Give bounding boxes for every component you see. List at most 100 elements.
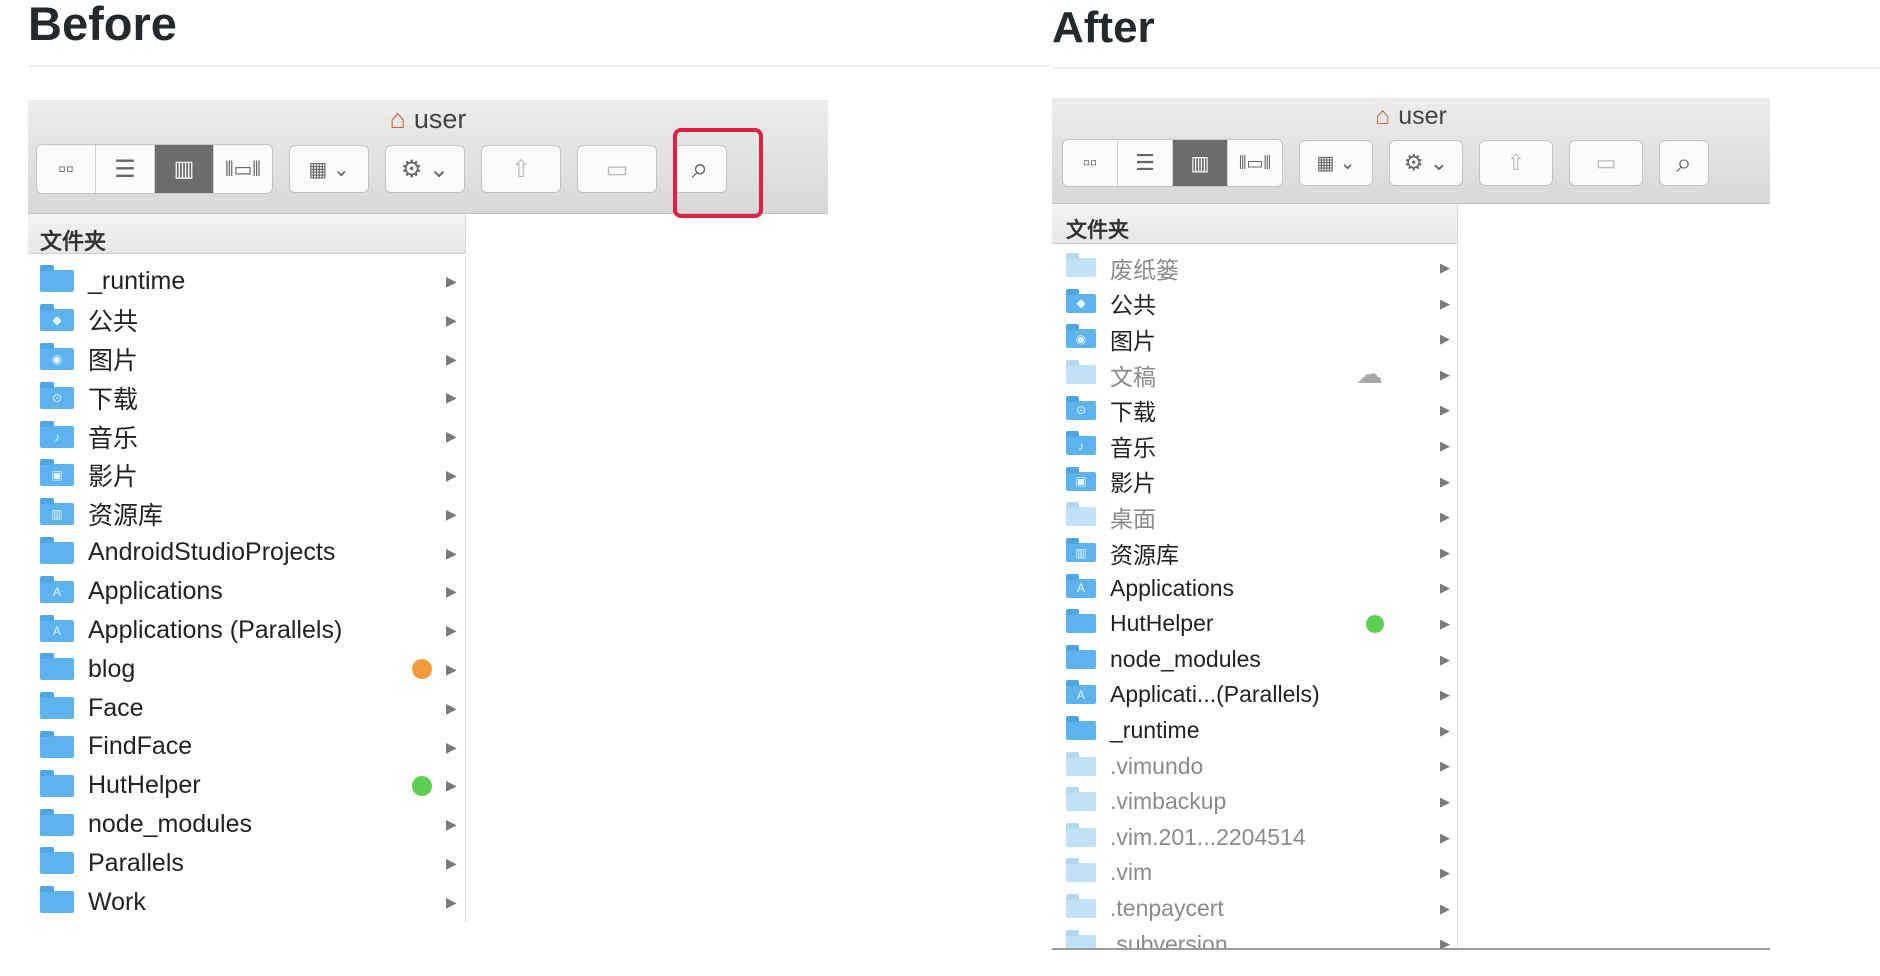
tag-icon: ▭: [605, 155, 629, 183]
folder-row[interactable]: ◉ 图片 ▶: [28, 340, 465, 379]
group-button[interactable]: ▦ ⌄: [1299, 140, 1373, 186]
folder-row[interactable]: Parallels ▶: [28, 844, 465, 883]
folder-icon-glyph: [40, 697, 74, 719]
share-button[interactable]: ⇧: [481, 145, 561, 193]
library-folder-icon: ▥: [1066, 538, 1096, 563]
disclosure-arrow-icon: ▶: [1440, 473, 1450, 489]
folder-row[interactable]: A Applicati...(Parallels) ▶: [1052, 677, 1457, 713]
tag-button[interactable]: ▭: [577, 145, 657, 193]
applications-folder-icon-glyph: A: [52, 623, 61, 638]
color-tag-dot: [1366, 614, 1384, 633]
folder-row[interactable]: node_modules ▶: [1052, 642, 1457, 678]
trash-folder-icon: [1066, 253, 1096, 278]
after-heading: After: [1052, 3, 1155, 52]
folder-name: 资源库: [1110, 541, 1179, 568]
folder-row[interactable]: .tenpaycert ▶: [1052, 891, 1457, 927]
applications-folder-icon: A: [1066, 680, 1096, 705]
search-button[interactable]: ⌕: [1659, 140, 1709, 186]
folder-icon-glyph: [40, 542, 74, 564]
finder-window-before: ⌂ user ▫▫ ☰ ▥ ⫴▭⫴ ▦ ⌄ ⚙ ⌄ ⇧ ▭ ⌕ 文件夹 _runt…: [28, 100, 828, 922]
folder-row[interactable]: 桌面 ▶: [1052, 499, 1457, 535]
folder-row[interactable]: Face ▶: [28, 689, 465, 728]
folder-row[interactable]: Work ▶: [28, 883, 465, 922]
coverflow-icon[interactable]: ⫴▭⫴: [1228, 140, 1282, 186]
downloads-folder-icon-glyph: ⊙: [1075, 403, 1087, 418]
folder-icon: [40, 265, 74, 293]
downloads-folder-icon: ⊙: [1066, 395, 1096, 420]
music-folder-icon-glyph: ♪: [54, 429, 60, 444]
music-folder-icon-glyph: ♪: [1078, 438, 1084, 453]
disclosure-arrow-icon: ▶: [1440, 865, 1450, 881]
movies-folder-icon-glyph: ▣: [51, 468, 63, 483]
list-icon[interactable]: ☰: [96, 145, 155, 193]
music-folder-icon: ♪: [1066, 431, 1096, 456]
folder-row[interactable]: .vimbackup ▶: [1052, 784, 1457, 820]
folder-row[interactable]: A Applications ▶: [28, 572, 465, 611]
folder-icon: [40, 653, 74, 681]
folder-row[interactable]: ◉ 图片 ▶: [1052, 321, 1457, 357]
folder-row[interactable]: ⊙ 下载 ▶: [28, 378, 465, 417]
columns-icon[interactable]: ▥: [1173, 140, 1228, 186]
disclosure-arrow-icon: ▶: [1440, 260, 1450, 275]
folder-name: .tenpaycert: [1110, 895, 1224, 922]
disclosure-arrow-icon: ▶: [446, 273, 457, 289]
folder-row[interactable]: 文稿 ☁ ▶: [1052, 357, 1457, 393]
grid-icon[interactable]: ▫▫: [1063, 140, 1118, 186]
folder-row[interactable]: _runtime ▶: [28, 262, 465, 301]
window-title: ⌂ user: [1052, 102, 1770, 131]
disclosure-arrow-icon: ▶: [1440, 687, 1450, 703]
folder-row[interactable]: blog ▶: [28, 650, 465, 689]
folder-row[interactable]: .vim.201...2204514 ▶: [1052, 820, 1457, 856]
folder-icon: [1066, 858, 1096, 883]
folder-name: node_modules: [88, 810, 253, 839]
icloud-download-icon[interactable]: ☁: [1356, 357, 1383, 393]
folder-row[interactable]: ◆ 公共 ▶: [28, 301, 465, 340]
folder-row[interactable]: A Applications ▶: [1052, 570, 1457, 606]
applications-folder-icon: A: [40, 614, 74, 642]
tag-button[interactable]: ▭: [1569, 140, 1643, 186]
folder-row[interactable]: HutHelper ▶: [28, 766, 465, 805]
action-button[interactable]: ⚙ ⌄: [385, 145, 465, 193]
share-button[interactable]: ⇧: [1479, 140, 1553, 186]
folder-icon-glyph: [1066, 650, 1096, 669]
music-folder-icon: ♪: [40, 420, 74, 448]
folder-row[interactable]: A Applications (Parallels) ▶: [28, 611, 465, 650]
pictures-folder-icon-glyph: ◉: [1075, 331, 1087, 346]
folder-row[interactable]: ▣ 影片 ▶: [28, 456, 465, 495]
folder-row[interactable]: ◆ 公共 ▶: [1052, 286, 1457, 322]
folder-row[interactable]: _runtime ▶: [1052, 713, 1457, 749]
columns-icon[interactable]: ▥: [155, 145, 214, 193]
folder-icon-glyph: [40, 852, 74, 874]
disclosure-arrow-icon: ▶: [1440, 331, 1450, 347]
coverflow-icon[interactable]: ⫴▭⫴: [214, 145, 272, 193]
folder-icon-glyph: [1066, 828, 1096, 847]
folder-row[interactable]: .subversion ▶: [1052, 926, 1457, 948]
folder-row[interactable]: FindFace ▶: [28, 728, 465, 767]
folder-row[interactable]: .vim ▶: [1052, 855, 1457, 891]
folder-row[interactable]: ▥ 资源库 ▶: [1052, 535, 1457, 571]
group-button[interactable]: ▦ ⌄: [289, 145, 369, 193]
tag-icon: ▭: [1595, 150, 1617, 175]
folder-row[interactable]: node_modules ▶: [28, 805, 465, 844]
folder-row[interactable]: ▣ 影片 ▶: [1052, 464, 1457, 500]
folder-row[interactable]: ♪ 音乐 ▶: [1052, 428, 1457, 464]
folder-icon: [40, 769, 74, 797]
folder-row[interactable]: HutHelper ▶: [1052, 606, 1457, 642]
folder-name: Applicati...(Parallels): [1110, 681, 1320, 708]
folder-row[interactable]: 废纸篓 ▶: [1052, 250, 1457, 286]
list-icon[interactable]: ☰: [1118, 140, 1173, 186]
disclosure-arrow-icon: ▶: [446, 855, 457, 871]
folder-row[interactable]: ⊙ 下载 ▶: [1052, 392, 1457, 428]
folder-name: 文稿: [1110, 363, 1156, 390]
folder-row[interactable]: AndroidStudioProjects ▶: [28, 534, 465, 573]
folder-row[interactable]: ♪ 音乐 ▶: [28, 417, 465, 456]
grid-icon[interactable]: ▫▫: [37, 145, 96, 193]
folder-name: 影片: [88, 463, 139, 492]
library-folder-icon-glyph: ▥: [1075, 545, 1087, 560]
folder-icon: [1066, 644, 1096, 669]
folder-name: .vim: [1110, 859, 1153, 886]
folder-row[interactable]: ▥ 资源库 ▶: [28, 495, 465, 534]
disclosure-arrow-icon: ▶: [446, 816, 457, 833]
folder-row[interactable]: .vimundo ▶: [1052, 748, 1457, 784]
action-button[interactable]: ⚙ ⌄: [1389, 140, 1463, 186]
